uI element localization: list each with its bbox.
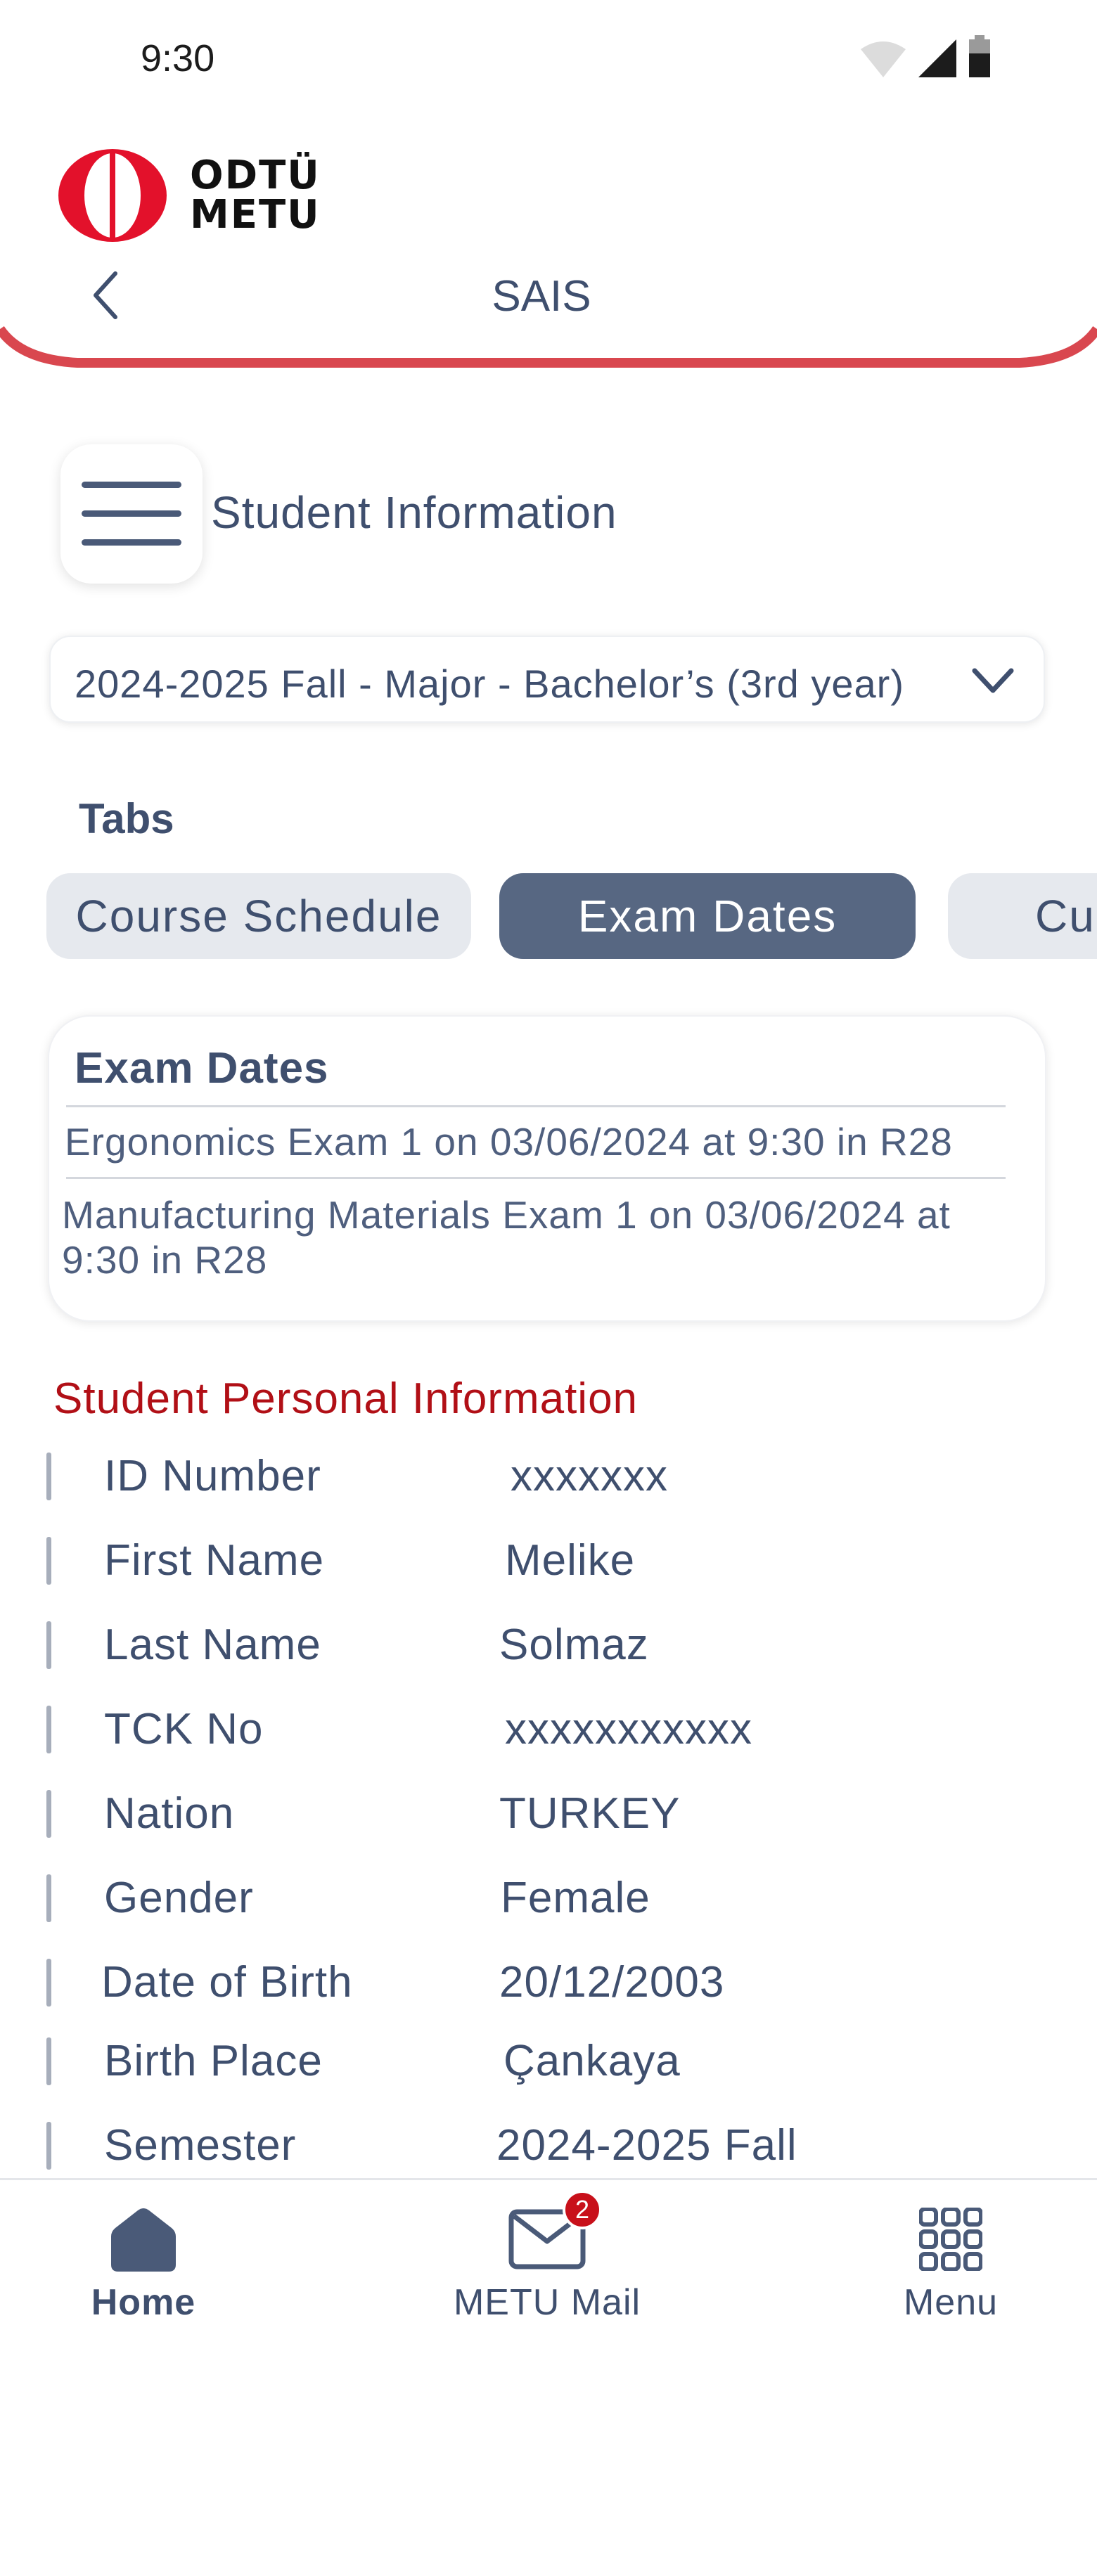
status-time: 9:30 [141, 37, 215, 79]
row-accent-bar [46, 2037, 51, 2085]
info-value: 20/12/2003 [499, 1958, 725, 2007]
row-accent-bar [46, 2122, 51, 2170]
row-accent-bar [46, 1959, 51, 2007]
info-label: Birth Place [104, 2037, 323, 2085]
info-row-id-number: ID Number xxxxxxx [46, 1448, 1045, 1505]
header-bar: SAIS [0, 253, 1097, 373]
info-label: Last Name [104, 1621, 321, 1669]
info-label: Nation [104, 1789, 235, 1838]
info-label: TCK No [104, 1705, 264, 1753]
nav-menu[interactable]: Menu [810, 2180, 1091, 2369]
info-row-first-name: First Name Melike [46, 1533, 1045, 1589]
bottom-navigation: Home 2 METU Mail Menu [0, 2178, 1097, 2366]
nav-label: Home [91, 2282, 196, 2323]
tabs-label: Tabs [79, 795, 174, 842]
tab-label: Cu [1035, 891, 1096, 941]
info-value: xxxxxxx [511, 1452, 668, 1500]
hamburger-icon [82, 482, 181, 546]
exam-dates-card: Exam Dates Ergonomics Exam 1 on 03/06/20… [48, 1015, 1046, 1322]
grid-icon [810, 2197, 1091, 2281]
nav-label: METU Mail [453, 2282, 641, 2323]
logo-text-metu: METU [190, 192, 321, 238]
info-value: 2024-2025 Fall [496, 2121, 797, 2170]
home-icon [3, 2197, 284, 2281]
info-value: Çankaya [503, 2037, 681, 2085]
info-label: Gender [104, 1874, 254, 1922]
nav-home[interactable]: Home [3, 2180, 284, 2369]
app-header: ODTÜ METU SAIS [0, 120, 1097, 373]
status-icons [859, 34, 992, 79]
info-label: ID Number [104, 1452, 321, 1500]
unread-badge: 2 [563, 2190, 602, 2229]
header-title: SAIS [492, 272, 591, 321]
exam-item: Manufacturing Materials Exam 1 on 03/06/… [62, 1193, 951, 1282]
personal-info-title: Student Personal Information [53, 1374, 639, 1423]
page-title: Student Information [211, 487, 617, 538]
info-label: Date of Birth [101, 1958, 353, 2007]
exam-dates-title: Exam Dates [75, 1044, 329, 1093]
tab-exam-dates[interactable]: Exam Dates [499, 873, 916, 959]
row-accent-bar [46, 1537, 51, 1585]
divider [66, 1105, 1006, 1107]
semester-dropdown[interactable]: 2024-2025 Fall - Major - Bachelor’s (3rd… [49, 636, 1045, 723]
info-row-birth-place: Birth Place Çankaya [46, 2033, 1045, 2089]
info-value: xxxxxxxxxxx [505, 1705, 752, 1753]
tab-label: Course Schedule [75, 891, 442, 941]
info-value: TURKEY [499, 1789, 681, 1838]
tab-label: Exam Dates [577, 891, 838, 941]
semester-selected-value: 2024-2025 Fall - Major - Bachelor’s (3rd… [75, 662, 904, 706]
mail-icon [406, 2197, 688, 2281]
metu-logo: ODTÜ METU [56, 148, 321, 243]
row-accent-bar [46, 1621, 51, 1669]
info-label: First Name [104, 1536, 325, 1585]
metu-logo-icon [58, 149, 167, 242]
row-accent-bar [46, 1453, 51, 1500]
info-value: Melike [505, 1536, 636, 1585]
info-row-gender: Gender Female [46, 1870, 1045, 1926]
tab-course-schedule[interactable]: Course Schedule [46, 873, 471, 959]
info-row-nation: Nation TURKEY [46, 1786, 1045, 1842]
exam-item: Ergonomics Exam 1 on 03/06/2024 at 9:30 … [65, 1120, 953, 1164]
status-bar: 9:30 [0, 0, 1097, 120]
hamburger-menu-button[interactable] [60, 444, 203, 584]
row-accent-bar [46, 1790, 51, 1838]
info-row-semester: Semester 2024-2025 Fall [46, 2118, 1045, 2174]
row-accent-bar [46, 1706, 51, 1753]
info-row-date-of-birth: Date of Birth 20/12/2003 [46, 1954, 1045, 2011]
info-label: Semester [104, 2121, 297, 2170]
nav-label: Menu [903, 2282, 999, 2323]
battery-icon [969, 35, 990, 77]
chevron-down-icon [972, 668, 1014, 693]
info-value: Female [501, 1874, 650, 1922]
row-accent-bar [46, 1874, 51, 1922]
divider [66, 1177, 1006, 1179]
signal-icon [918, 39, 956, 77]
wifi-icon [861, 41, 906, 77]
tab-truncated[interactable]: Cu [948, 873, 1097, 959]
info-row-tck-no: TCK No xxxxxxxxxxx [46, 1701, 1045, 1758]
info-row-last-name: Last Name Solmaz [46, 1617, 1045, 1673]
logo-text-odtu: ODTÜ [190, 153, 321, 198]
nav-metu-mail[interactable]: 2 METU Mail [406, 2180, 688, 2369]
info-value: Solmaz [499, 1621, 649, 1669]
